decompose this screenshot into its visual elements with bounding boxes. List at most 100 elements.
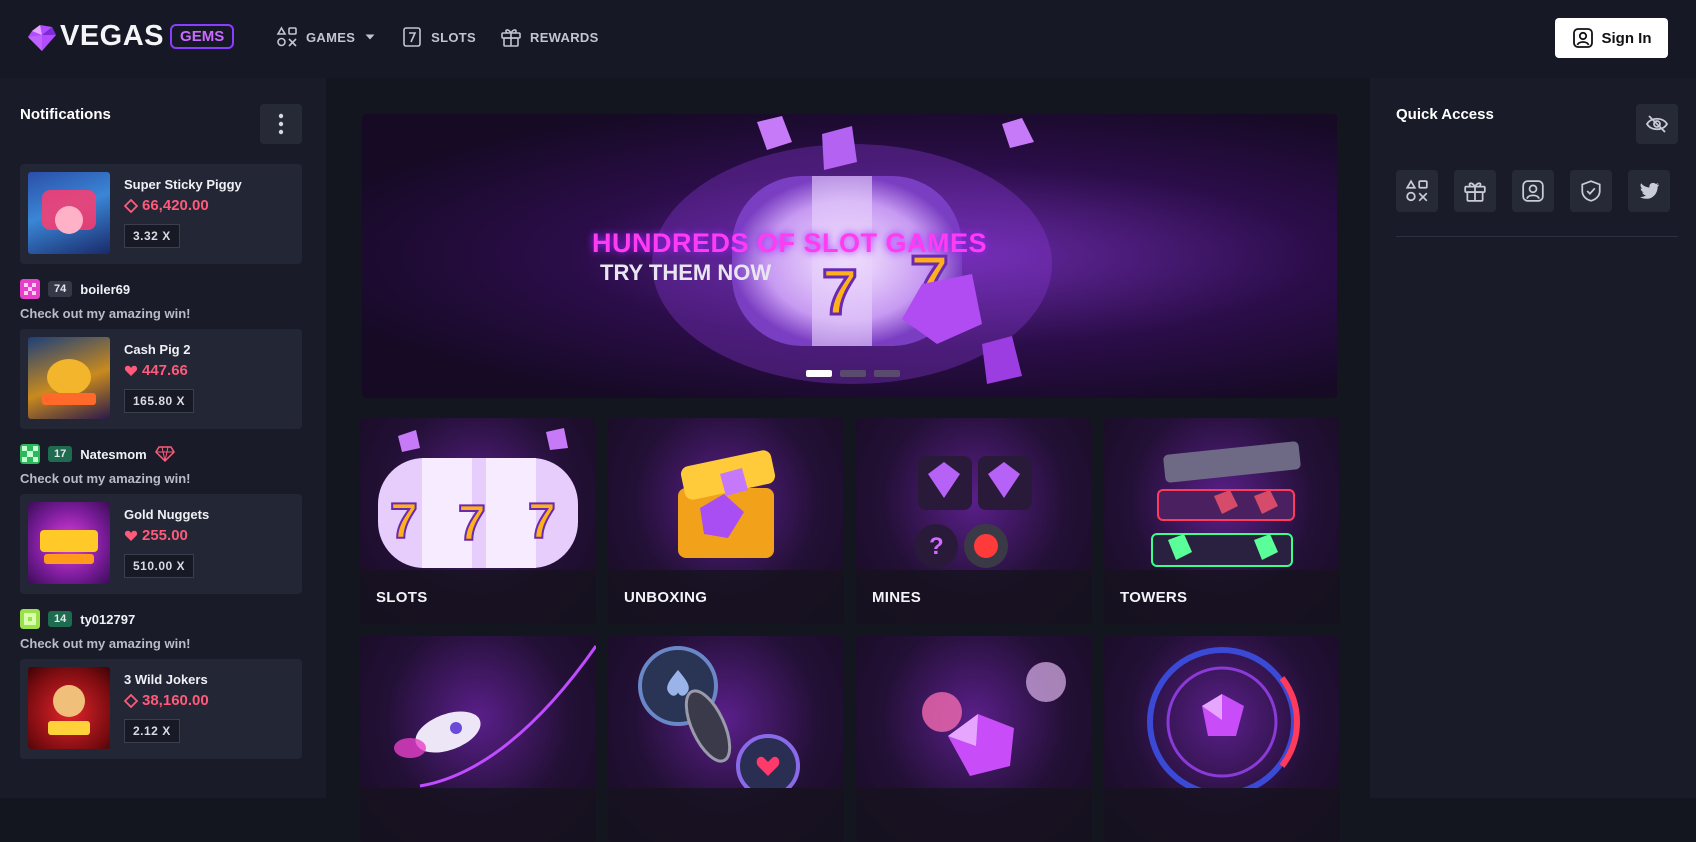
game-thumbnail <box>28 667 110 749</box>
wild-jokers-art <box>48 685 90 735</box>
tile-towers[interactable]: TOWERS <box>1104 418 1340 624</box>
win-card[interactable]: Cash Pig 2 447.66 165.80 X <box>20 329 302 429</box>
notifications-title: Notifications <box>20 106 111 123</box>
username[interactable]: ty012797 <box>80 612 135 627</box>
carousel-dot[interactable] <box>840 370 866 377</box>
coinflip-tile-art <box>638 646 800 788</box>
twitter-icon <box>1640 182 1659 199</box>
nav-slots[interactable]: SLOTS <box>401 26 476 48</box>
unboxing-tile-art <box>678 450 776 558</box>
tile-label <box>856 788 1092 842</box>
carousel-dot[interactable] <box>874 370 900 377</box>
notifications-panel: Notifications Super Sticky Piggy 66,420.… <box>0 78 326 798</box>
avatar[interactable] <box>20 279 40 299</box>
win-card[interactable]: Gold Nuggets 255.00 510.00 X <box>20 494 302 594</box>
multiplier-badge: 165.80 X <box>124 389 195 413</box>
nav-games[interactable]: GAMES <box>276 26 377 48</box>
profile-icon <box>1522 180 1544 202</box>
multiplier-badge: 3.32 X <box>124 224 180 248</box>
level-badge: 14 <box>48 611 73 627</box>
username[interactable]: Natesmom <box>80 447 146 462</box>
quick-games-button[interactable] <box>1396 170 1438 212</box>
nav-rewards[interactable]: REWARDS <box>500 26 599 48</box>
nav-games-label: GAMES <box>306 29 356 45</box>
heart-icon <box>124 365 138 376</box>
tile-label: SLOTS <box>360 570 596 624</box>
tile-blackjack[interactable] <box>856 636 1092 842</box>
svg-text:?: ? <box>929 533 944 560</box>
rocket-tile-art <box>394 645 596 788</box>
notification-user-row: 14 ty012797 <box>20 606 302 632</box>
heart-icon <box>124 530 138 541</box>
sign-in-button[interactable]: Sign In <box>1555 18 1668 58</box>
win-amount-value: 255.00 <box>142 527 188 544</box>
quick-rewards-button[interactable] <box>1454 170 1496 212</box>
sign-in-label: Sign In <box>1601 29 1652 47</box>
vegas-gems-logo[interactable]: VEGAS GEMS <box>26 20 235 53</box>
notification-message: Check out my amazing win! <box>20 306 191 321</box>
tile-crash[interactable] <box>360 636 596 842</box>
quick-security-button[interactable] <box>1570 170 1612 212</box>
quick-access-title: Quick Access <box>1396 106 1494 123</box>
gift-icon <box>1464 182 1486 202</box>
tile-mines[interactable]: ? MINES <box>856 418 1092 624</box>
win-card[interactable]: Super Sticky Piggy 66,420.00 3.32 X <box>20 164 302 264</box>
quick-access-panel: Quick Access <box>1370 78 1696 798</box>
logo-text: VEGAS <box>60 20 165 52</box>
level-badge: 74 <box>48 281 73 297</box>
user-icon <box>1572 28 1593 48</box>
tile-label <box>608 788 844 842</box>
game-name: Cash Pig 2 <box>124 342 191 357</box>
win-amount: 38,160.00 <box>124 692 209 709</box>
cash-pig-art <box>42 359 96 405</box>
tile-coinflip[interactable] <box>608 636 844 842</box>
win-card[interactable]: 3 Wild Jokers 38,160.00 2.12 X <box>20 659 302 759</box>
notification-message: Check out my amazing win! <box>20 471 191 486</box>
chevron-down-icon <box>365 34 375 40</box>
hide-panel-button[interactable] <box>1636 104 1678 144</box>
svg-text:7: 7 <box>822 256 858 328</box>
quick-profile-button[interactable] <box>1512 170 1554 212</box>
game-thumbnail <box>28 502 110 584</box>
gem-cards-tile-art <box>922 662 1066 776</box>
notification-message: Check out my amazing win! <box>20 636 191 651</box>
piggy-art <box>42 190 96 234</box>
win-amount-value: 447.66 <box>142 362 188 379</box>
tile-label: UNBOXING <box>608 570 844 624</box>
game-name: Super Sticky Piggy <box>124 177 242 192</box>
username[interactable]: boiler69 <box>80 282 130 297</box>
main-content: 7 7 HUNDREDS OF SLOT GAMES TRY THEM NOW … <box>326 78 1370 842</box>
avatar[interactable] <box>20 609 40 629</box>
svg-text:7: 7 <box>458 495 486 551</box>
tile-unboxing[interactable]: UNBOXING <box>608 418 844 624</box>
tile-label: TOWERS <box>1104 570 1340 624</box>
nav-rewards-label: REWARDS <box>530 29 599 45</box>
promo-banner[interactable]: 7 7 HUNDREDS OF SLOT GAMES TRY THEM NOW <box>362 114 1337 398</box>
tile-slots[interactable]: 7 7 7 SLOTS <box>360 418 596 624</box>
diamond-outline-icon <box>124 693 138 708</box>
notifications-list: Super Sticky Piggy 66,420.00 3.32 X 74 b… <box>20 164 302 759</box>
mines-tile-art: ? <box>914 456 1032 568</box>
games-icon <box>1405 179 1428 202</box>
logo-badge: GEMS <box>170 24 235 49</box>
tile-wheel[interactable] <box>1104 636 1340 842</box>
game-thumbnail <box>28 172 110 254</box>
shield-icon <box>1581 180 1601 202</box>
tile-label <box>360 788 596 842</box>
nav-slots-label: SLOTS <box>431 29 477 45</box>
quick-twitter-button[interactable] <box>1628 170 1670 212</box>
avatar[interactable] <box>20 444 40 464</box>
vip-gem-icon <box>154 446 175 463</box>
game-category-grid: 7 7 7 SLOTS UNBOXING ? MINES TOWERS <box>360 418 1340 842</box>
divider <box>1396 236 1678 237</box>
more-options-button[interactable] <box>260 104 302 144</box>
game-name: Gold Nuggets <box>124 507 210 522</box>
svg-text:7: 7 <box>390 493 418 549</box>
eye-off-icon <box>1645 115 1669 133</box>
carousel-dot[interactable] <box>806 370 832 377</box>
win-amount: 447.66 <box>124 362 188 379</box>
win-amount-value: 38,160.00 <box>142 692 209 709</box>
banner-subtitle: TRY THEM NOW <box>600 260 772 285</box>
top-bar: VEGAS GEMS GAMES SLOTS REWARDS Sign In <box>0 0 1696 78</box>
gem-logo-icon <box>28 24 56 51</box>
